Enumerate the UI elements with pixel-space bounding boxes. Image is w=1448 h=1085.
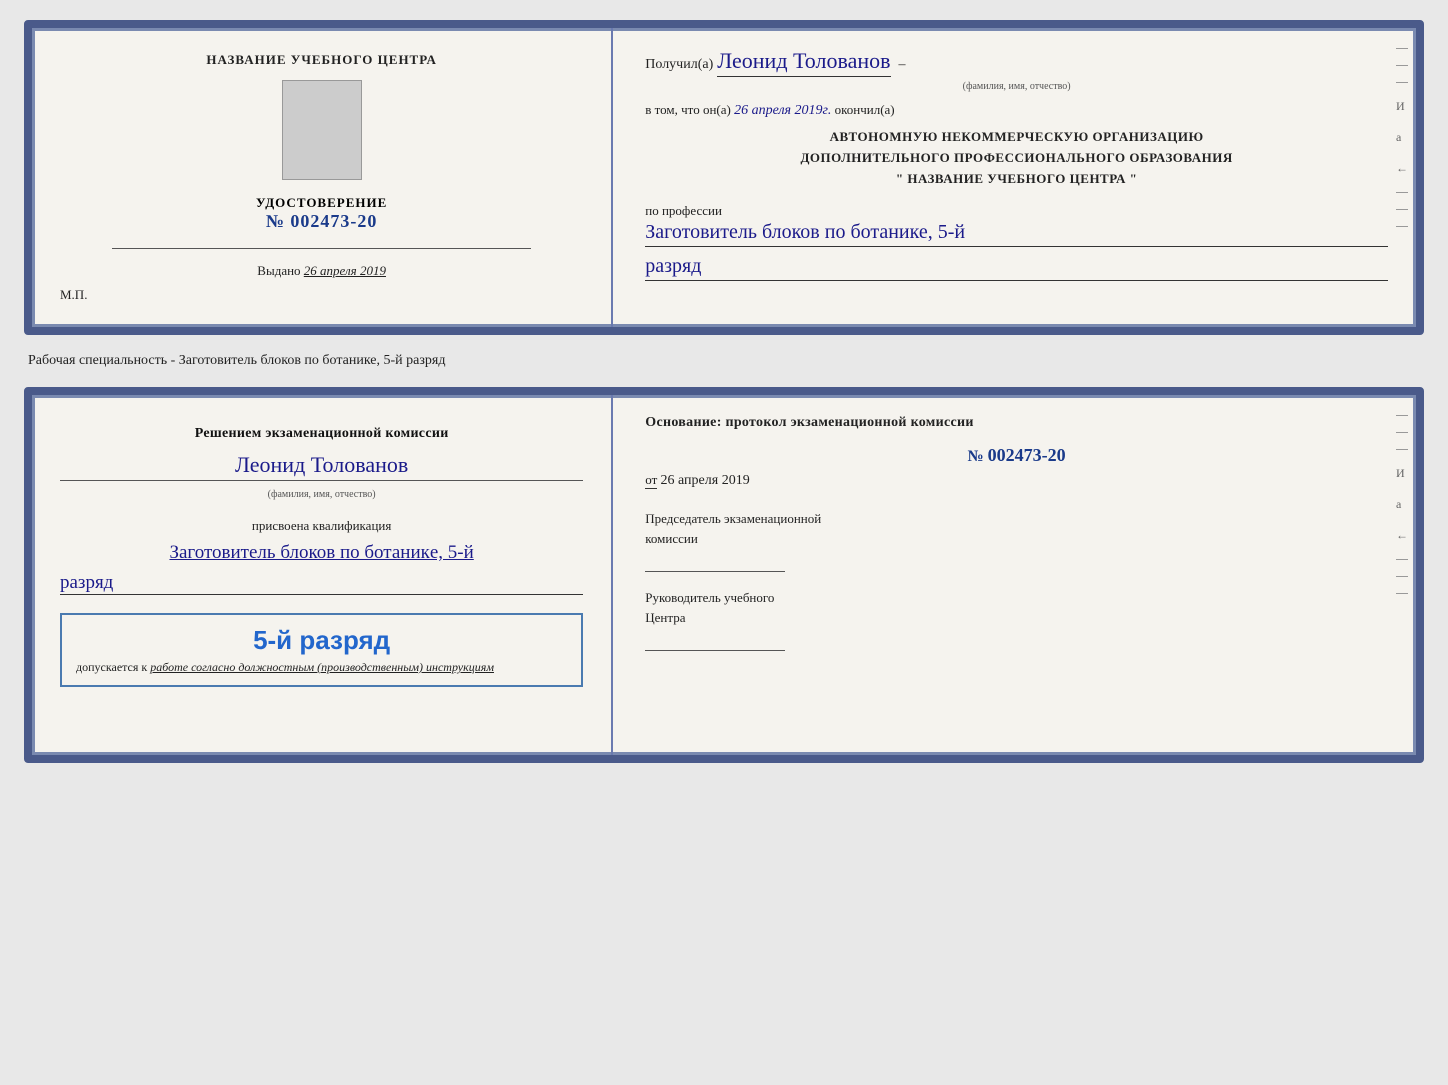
chairman-sig-line — [645, 554, 785, 572]
basis-title: Основание: протокол экзаменационной коми… — [645, 415, 1388, 431]
head-block: Руководитель учебного Центра — [645, 588, 1388, 651]
protocol-number: 002473-20 — [988, 445, 1066, 465]
head-sig-line — [645, 633, 785, 651]
bottom-rank: разряд — [60, 572, 583, 595]
bottom-sub-label: (фамилия, имя, отчество) — [268, 489, 376, 500]
profession-name: Заготовитель блоков по ботанике, 5-й — [645, 221, 1388, 247]
top-certificate: НАЗВАНИЕ УЧЕБНОГО ЦЕНТРА УДОСТОВЕРЕНИЕ №… — [24, 20, 1424, 335]
recipient-line: Получил(а) Леонид Толованов – — [645, 48, 1388, 77]
spec-label: Рабочая специальность - Заготовитель бло… — [24, 353, 1424, 369]
commission-decision: Решением экзаменационной комиссии — [195, 423, 449, 444]
bottom-certificate: Решением экзаменационной комиссии Леонид… — [24, 387, 1424, 763]
cert-number: № 002473-20 — [256, 211, 387, 232]
photo-area — [282, 80, 362, 185]
org-name-block: АВТОНОМНУЮ НЕКОММЕРЧЕСКУЮ ОРГАНИЗАЦИЮ ДО… — [645, 127, 1388, 189]
cert-label: УДОСТОВЕРЕНИЕ — [256, 195, 387, 211]
recipient-sub-label: (фамилия, имя, отчество) — [645, 81, 1388, 92]
from-date-line: от 26 апреля 2019 — [645, 472, 1388, 489]
photo-placeholder — [282, 80, 362, 180]
cert-number-block: УДОСТОВЕРЕНИЕ № 002473-20 — [256, 195, 387, 232]
person-name: Леонид Толованов — [60, 452, 583, 481]
stamp-box: 5-й разряд допускается к работе согласно… — [60, 613, 583, 687]
issued-line: Выдано 26 апреля 2019 — [257, 263, 386, 279]
profession-block: по профессии Заготовитель блоков по бота… — [645, 203, 1388, 281]
page-wrapper: НАЗВАНИЕ УЧЕБНОГО ЦЕНТРА УДОСТОВЕРЕНИЕ №… — [24, 20, 1424, 763]
qualification-name: Заготовитель блоков по ботаникe, 5-й — [169, 542, 473, 564]
bottom-side-decorations: И а ← — [1396, 415, 1408, 594]
chairman-block: Председатель экзаменационной комиссии — [645, 509, 1388, 572]
top-cert-right: Получил(а) Леонид Толованов – (фамилия, … — [613, 28, 1416, 327]
confirm-line: в том, что он(а) 26 апреля 2019г. окончи… — [645, 102, 1388, 119]
qualification-label: присвоена квалификация — [252, 518, 391, 534]
mp-label: М.П. — [60, 287, 87, 303]
chairman-title: Председатель экзаменационной комиссии — [645, 509, 1388, 548]
bottom-cert-right: Основание: протокол экзаменационной коми… — [613, 395, 1416, 755]
head-title: Руководитель учебного Центра — [645, 588, 1388, 627]
bottom-cert-left: Решением экзаменационной комиссии Леонид… — [32, 395, 613, 755]
stamp-rank: 5-й разряд — [76, 625, 567, 656]
stamp-allowed: допускается к работе согласно должностны… — [76, 660, 567, 675]
side-decorations: И а ← — [1396, 48, 1408, 227]
rank-value: разряд — [645, 255, 1388, 281]
top-cert-center-title: НАЗВАНИЕ УЧЕБНОГО ЦЕНТРА — [206, 52, 437, 68]
stamp-italic: работе согласно должностным (производств… — [150, 660, 494, 674]
top-cert-left: НАЗВАНИЕ УЧЕБНОГО ЦЕНТРА УДОСТОВЕРЕНИЕ №… — [32, 28, 613, 327]
issued-date-value: 26 апреля 2019 — [304, 263, 386, 278]
protocol-number-line: № 002473-20 — [645, 445, 1388, 466]
from-date-value: 26 апреля 2019 — [661, 473, 750, 488]
recipient-name: Леонид Толованов — [717, 48, 890, 77]
confirm-date: 26 апреля 2019г. — [734, 103, 831, 118]
